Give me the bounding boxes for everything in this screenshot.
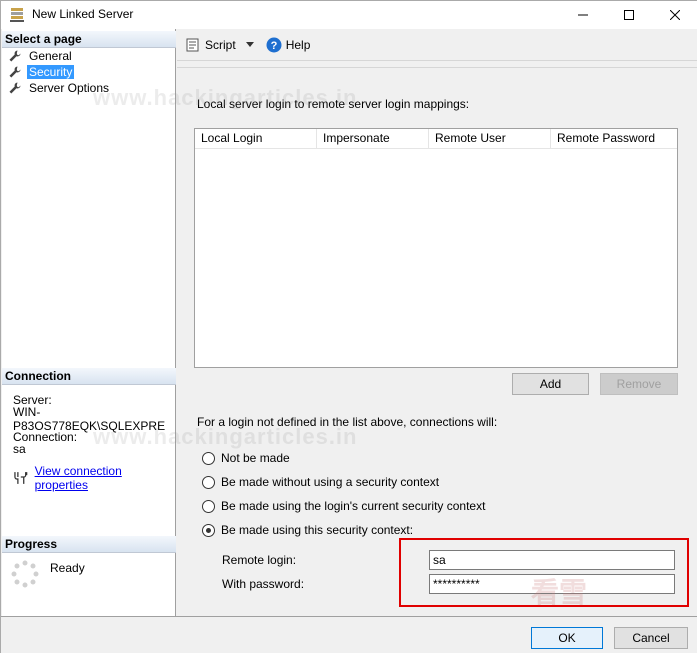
radio-not-be-made[interactable]: Not be made [202, 451, 290, 465]
radio-button[interactable] [202, 499, 215, 513]
window-title: New Linked Server [32, 7, 134, 21]
radio-label: Be made using the login's current securi… [221, 499, 486, 513]
script-label: Script [205, 37, 236, 52]
minimize-icon [578, 14, 588, 16]
radio-label: Be made without using a security context [221, 475, 440, 489]
chevron-down-icon[interactable] [245, 42, 254, 47]
page-label: Security [27, 64, 75, 79]
view-connection-link[interactable]: View connection properties [35, 464, 175, 492]
help-label: Help [285, 37, 311, 52]
maximize-icon [624, 10, 634, 20]
radio-label: Be made using this security context: [221, 523, 414, 537]
column-remote-user[interactable]: Remote User [429, 129, 551, 149]
cancel-button[interactable]: Cancel [614, 627, 688, 649]
watermark-text: www.hackingarticles.in [93, 85, 358, 110]
logo-watermark-text: 看雪 [531, 577, 588, 608]
radio-button[interactable] [202, 475, 215, 489]
radio-this-security-context[interactable]: Be made using this security context: [202, 523, 413, 537]
wrench-icon [9, 66, 21, 77]
radio-label: Not be made [221, 451, 290, 465]
remove-button[interactable]: Remove [600, 373, 678, 395]
watermark-text: www.hackingarticles.in [93, 424, 358, 449]
script-icon [186, 38, 199, 51]
column-local-login[interactable]: Local Login [195, 129, 317, 149]
radio-button[interactable] [202, 523, 215, 537]
connection-properties-icon [14, 472, 28, 484]
app-icon [10, 8, 24, 22]
help-button[interactable]: ? Help [266, 37, 311, 53]
minimize-button[interactable] [560, 1, 606, 29]
ok-button[interactable]: OK [531, 627, 603, 649]
security-page: Local server login to remote server logi… [177, 67, 697, 616]
dialog-window: New Linked Server Select a page General … [0, 0, 697, 653]
title-bar: New Linked Server [1, 1, 697, 29]
wrench-icon [9, 50, 21, 61]
column-remote-password[interactable]: Remote Password [551, 129, 677, 149]
view-connection-properties[interactable]: View connection properties [13, 464, 175, 492]
progress-status: Ready [50, 561, 85, 575]
dialog-footer: OK Cancel [1, 616, 697, 653]
radio-current-security-context[interactable]: Be made using the login's current securi… [202, 499, 485, 513]
script-button[interactable]: Script [185, 37, 254, 53]
login-mapping-grid[interactable]: Local Login Impersonate Remote User Remo… [194, 128, 678, 368]
svg-text:?: ? [270, 40, 277, 52]
progress-header: Progress [2, 536, 176, 553]
add-button[interactable]: Add [512, 373, 589, 395]
column-impersonate[interactable]: Impersonate [317, 129, 429, 149]
radio-button[interactable] [202, 451, 215, 465]
left-pane: Select a page General Security Server Op… [2, 29, 176, 616]
toolbar: Script ? Help [177, 29, 697, 61]
progress-spinner-icon [11, 560, 39, 588]
remote-login-label: Remote login: [222, 553, 297, 567]
page-label: General [29, 48, 72, 63]
close-icon [670, 10, 680, 20]
connection-header: Connection [2, 368, 176, 385]
page-item-security[interactable]: Security [8, 64, 75, 79]
select-page-header: Select a page [2, 31, 176, 48]
help-icon: ? [266, 37, 282, 52]
connection-value: sa [13, 442, 26, 456]
password-label: With password: [222, 577, 305, 591]
radio-without-security-context[interactable]: Be made without using a security context [202, 475, 439, 489]
grid-header: Local Login Impersonate Remote User Remo… [195, 129, 677, 149]
right-pane: Script ? Help Local server login to remo… [177, 29, 697, 616]
maximize-button[interactable] [606, 1, 652, 29]
page-item-general[interactable]: General [8, 48, 74, 63]
wrench-icon [9, 82, 21, 93]
close-button[interactable] [652, 1, 697, 29]
